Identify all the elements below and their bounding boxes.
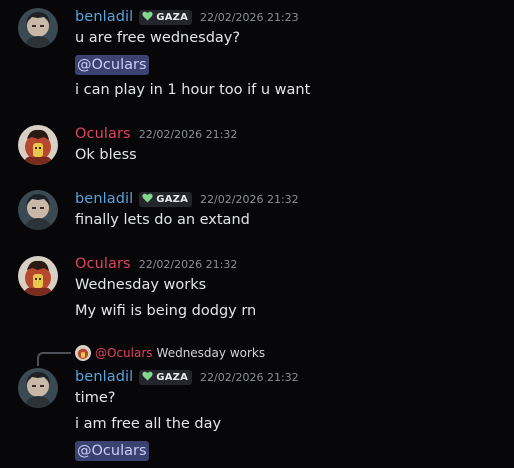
username[interactable]: Oculars — [75, 256, 131, 272]
avatar-oculars[interactable] — [18, 125, 58, 165]
message-text: u are free wednesday? — [75, 30, 241, 46]
message-text: time? — [75, 390, 116, 406]
message-text: finally lets do an extand — [75, 212, 250, 228]
avatar-benladil[interactable] — [18, 368, 58, 408]
green-heart-icon — [142, 371, 153, 384]
green-heart-icon — [142, 11, 153, 24]
timestamp[interactable]: 22/02/2026 21:32 — [200, 193, 299, 206]
username[interactable]: benladil — [75, 9, 133, 25]
avatar-benladil[interactable] — [18, 190, 58, 230]
reply-avatar-oculars — [75, 345, 91, 361]
server-tag[interactable]: GAZA — [139, 369, 193, 385]
username[interactable]: Oculars — [75, 126, 131, 142]
message-text: i can play in 1 hour too if u want — [75, 82, 311, 98]
server-tag[interactable]: GAZA — [139, 9, 193, 25]
server-tag-label: GAZA — [156, 371, 189, 383]
user-mention[interactable]: @Oculars — [75, 55, 149, 75]
avatar-oculars[interactable] — [18, 256, 58, 296]
green-heart-icon — [142, 193, 153, 206]
message-text: Ok bless — [75, 147, 137, 163]
server-tag[interactable]: GAZA — [139, 191, 193, 207]
message-header: benladil GAZA 22/02/2026 21:32 — [75, 367, 299, 387]
username[interactable]: benladil — [75, 191, 133, 207]
message-text: i am free all the day — [75, 416, 222, 432]
chat-message-list: benladil GAZA 22/02/2026 21:23 u are fre… — [0, 0, 514, 468]
message-header: benladil GAZA 22/02/2026 21:23 — [75, 7, 299, 27]
avatar-benladil[interactable] — [18, 8, 58, 48]
timestamp[interactable]: 22/02/2026 21:23 — [200, 11, 299, 24]
timestamp[interactable]: 22/02/2026 21:32 — [139, 128, 238, 141]
message-header: benladil GAZA 22/02/2026 21:32 — [75, 189, 299, 209]
message-header: Oculars 22/02/2026 21:32 — [75, 124, 237, 144]
reply-username[interactable]: @Oculars — [95, 346, 153, 360]
message-mention-line: @Oculars — [75, 55, 149, 75]
message-text: My wifi is being dodgy rn — [75, 303, 257, 319]
user-mention[interactable]: @Oculars — [75, 441, 149, 461]
message-mention-line: @Oculars — [75, 441, 149, 461]
message-text: Wednesday works — [75, 277, 207, 293]
timestamp[interactable]: 22/02/2026 21:32 — [200, 371, 299, 384]
server-tag-label: GAZA — [156, 193, 189, 205]
timestamp[interactable]: 22/02/2026 21:32 — [139, 258, 238, 271]
reply-connector — [37, 352, 71, 366]
message-header: Oculars 22/02/2026 21:32 — [75, 254, 237, 274]
reply-preview[interactable]: @Oculars Wednesday works — [75, 344, 265, 362]
reply-text: Wednesday works — [156, 346, 266, 360]
server-tag-label: GAZA — [156, 11, 189, 23]
username[interactable]: benladil — [75, 369, 133, 385]
